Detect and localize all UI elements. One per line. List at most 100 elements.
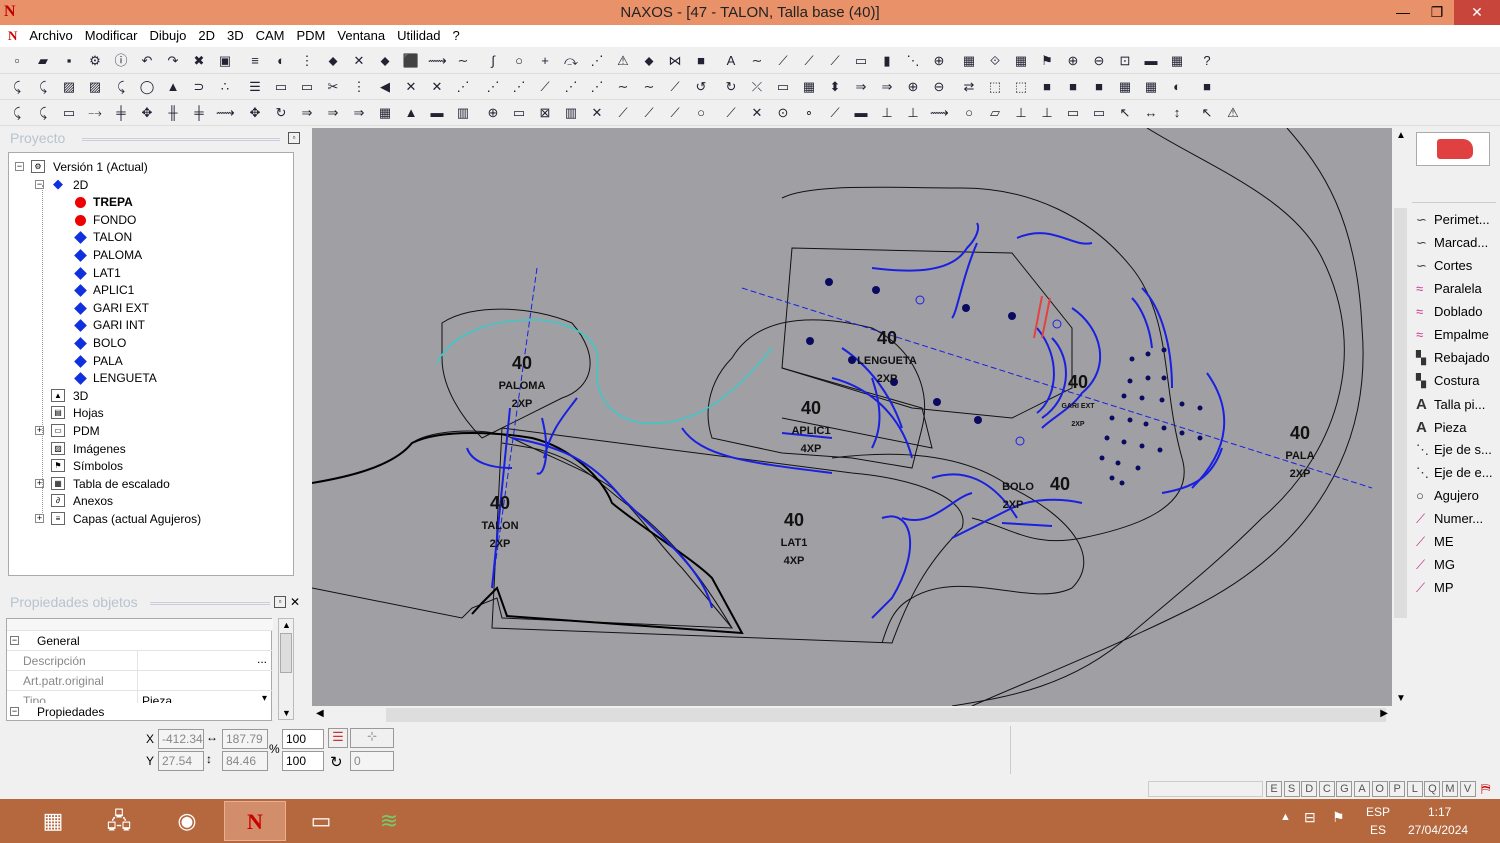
status-key-l[interactable]: L bbox=[1406, 781, 1423, 797]
tray-chevron-icon[interactable]: ▲ bbox=[1280, 811, 1291, 823]
toolbar-tool-icon[interactable]: ○ bbox=[692, 104, 710, 122]
toolbar-tool-icon[interactable]: ⟋ bbox=[666, 104, 684, 122]
toolbar-tool-icon[interactable]: ⊕ bbox=[484, 104, 502, 122]
piece-multiplier-label[interactable]: 4XP bbox=[784, 555, 805, 567]
tree-item[interactable]: APLIC1 bbox=[9, 282, 289, 299]
scroll-down-icon[interactable]: ▼ bbox=[282, 708, 291, 718]
toolbar-tool-icon[interactable]: ▦ bbox=[800, 78, 818, 96]
toolbar-tool-icon[interactable]: ▣ bbox=[216, 52, 234, 70]
toolbar-tool-icon[interactable]: ⚠ bbox=[614, 52, 632, 70]
expand-icon[interactable]: + bbox=[35, 514, 44, 523]
panel-restore-icon[interactable]: ▫ bbox=[288, 132, 300, 144]
toolbar-tool-icon[interactable]: ↖ bbox=[1116, 104, 1134, 122]
toolbar-tool-icon[interactable]: ⬚ bbox=[986, 78, 1004, 96]
toolbar-tool-icon[interactable]: ⊥ bbox=[1012, 104, 1030, 122]
piece-size-label[interactable]: 40 bbox=[877, 328, 897, 348]
toolbar-tool-icon[interactable]: ▭ bbox=[510, 104, 528, 122]
toolbar-tool-icon[interactable]: ▭ bbox=[60, 104, 78, 122]
minimize-button[interactable]: — bbox=[1386, 0, 1420, 25]
toolbar-tool-icon[interactable]: ▬ bbox=[852, 104, 870, 122]
toolbar-tool-icon[interactable]: ◐ bbox=[272, 52, 290, 70]
menu-pdm[interactable]: PDM bbox=[291, 25, 332, 46]
status-key-s[interactable]: S bbox=[1283, 781, 1300, 797]
scale-y-field[interactable]: 100 bbox=[282, 751, 324, 771]
piece-name-label[interactable]: LENGUETA bbox=[857, 355, 917, 367]
toolbar-tool-icon[interactable]: ⟋ bbox=[614, 104, 632, 122]
toolbar-tool-icon[interactable]: ■ bbox=[1064, 78, 1082, 96]
tree-item[interactable]: ▲ 3D bbox=[9, 388, 289, 405]
toolbar-tool-icon[interactable]: ■ bbox=[1198, 78, 1216, 96]
tree-item[interactable]: − ◆ 2D bbox=[9, 177, 289, 194]
toolbar-tool-icon[interactable]: ▦ bbox=[1142, 78, 1160, 96]
tool-8[interactable]: A Talla pi... bbox=[1416, 396, 1485, 413]
scroll-thumb[interactable] bbox=[1394, 208, 1407, 618]
toolbar-tool-icon[interactable]: ▭ bbox=[298, 78, 316, 96]
tool-16[interactable]: ⟋ MP bbox=[1416, 580, 1454, 596]
toolbar-tool-icon[interactable]: ⊖ bbox=[1090, 52, 1108, 70]
menu-ventana[interactable]: Ventana bbox=[331, 25, 391, 46]
toolbar-tool-icon[interactable]: ⋰ bbox=[588, 78, 606, 96]
toolbar-tool-icon[interactable]: ⇒ bbox=[878, 78, 896, 96]
network-taskbar-icon[interactable]: 🖧 bbox=[88, 801, 150, 841]
toolbar-tool-icon[interactable]: ⓘ bbox=[112, 52, 130, 70]
toolbar-tool-icon[interactable]: ⟿ bbox=[930, 104, 949, 122]
collapse-icon[interactable]: − bbox=[10, 636, 19, 645]
toolbar-tool-icon[interactable]: ⟋ bbox=[800, 52, 818, 70]
toolbar-tool-icon[interactable]: ⋱ bbox=[904, 52, 922, 70]
status-key-o[interactable]: O bbox=[1371, 781, 1388, 797]
toolbar-tool-icon[interactable]: ⟋ bbox=[722, 104, 740, 122]
toolbar-tool-icon[interactable]: ▦ bbox=[1168, 52, 1186, 70]
toolbar-tool-icon[interactable]: ⊥ bbox=[904, 104, 922, 122]
tree-item[interactable]: + ≡ Capas (actual Agujeros) bbox=[9, 511, 289, 528]
piece-multiplier-label[interactable]: 2XP bbox=[877, 373, 898, 385]
toolbar-tool-icon[interactable]: ⟋ bbox=[640, 104, 658, 122]
toolbar-tool-icon[interactable]: ▪ bbox=[60, 52, 78, 70]
height-field[interactable]: 84.46 bbox=[222, 751, 268, 771]
status-key-d[interactable]: D bbox=[1301, 781, 1318, 797]
piece-size-label[interactable]: 40 bbox=[801, 398, 821, 418]
toolbar-tool-icon[interactable]: ⚠ bbox=[1224, 104, 1242, 122]
toolbar-tool-icon[interactable]: ⬥ bbox=[376, 52, 394, 70]
tool-9[interactable]: A Pieza bbox=[1416, 419, 1467, 436]
toolbar-tool-icon[interactable]: ▦ bbox=[1012, 52, 1030, 70]
toolbar-tool-icon[interactable]: ⇒ bbox=[298, 104, 316, 122]
piece-name-label[interactable]: PALA bbox=[1285, 450, 1314, 462]
tree-item[interactable]: − ⚙ Versión 1 (Actual) bbox=[9, 159, 289, 176]
toolbar-tool-icon[interactable]: ■ bbox=[1090, 78, 1108, 96]
toolbar-tool-icon[interactable]: ⤹ bbox=[8, 78, 26, 96]
network-tray-icon[interactable]: ⊟ bbox=[1304, 809, 1316, 826]
piece-name-label[interactable]: APLIC1 bbox=[791, 425, 830, 437]
toolbar-tool-icon[interactable]: ◀ bbox=[376, 78, 394, 96]
toolbar-tool-icon[interactable]: ⋮ bbox=[350, 78, 368, 96]
tree-item[interactable]: PALOMA bbox=[9, 247, 289, 264]
chrome-taskbar-icon[interactable]: ◉ bbox=[156, 801, 218, 841]
toolbar-tool-icon[interactable]: ╪ bbox=[112, 104, 130, 122]
toolbar-tool-icon[interactable]: ▲ bbox=[402, 104, 420, 122]
tool-4[interactable]: ≈ Doblado bbox=[1416, 304, 1482, 319]
section-general[interactable]: − General bbox=[7, 631, 273, 651]
toolbar-tool-icon[interactable]: ↺ bbox=[692, 78, 710, 96]
toolbar-tool-icon[interactable]: ↻ bbox=[272, 104, 290, 122]
piece-size-label[interactable]: 40 bbox=[1068, 372, 1088, 392]
y-coordinate-field[interactable]: 27.54 bbox=[158, 751, 204, 771]
toolbar-tool-icon[interactable]: ⇒ bbox=[324, 104, 342, 122]
scroll-thumb[interactable] bbox=[280, 633, 292, 673]
toolbar-tool-icon[interactable]: ⬍ bbox=[826, 78, 844, 96]
toolbar-tool-icon[interactable]: ⇒ bbox=[852, 78, 870, 96]
toolbar-tool-icon[interactable]: ⬥ bbox=[640, 52, 658, 70]
toolbar-tool-icon[interactable]: ▦ bbox=[960, 52, 978, 70]
toolbar-tool-icon[interactable]: ⊖ bbox=[930, 78, 948, 96]
ellipsis-button[interactable]: ... bbox=[257, 652, 267, 666]
toolbar-tool-icon[interactable]: ↶ bbox=[138, 52, 156, 70]
toolbar-tool-icon[interactable]: ⤫ bbox=[748, 78, 766, 96]
toolbar-tool-icon[interactable]: ⊃ bbox=[190, 78, 208, 96]
status-key-m[interactable]: M bbox=[1442, 781, 1458, 797]
toolbar-tool-icon[interactable]: ↷ bbox=[164, 52, 182, 70]
toolbar-tool-icon[interactable]: ▱ bbox=[986, 104, 1004, 122]
clock-date[interactable]: 27/04/2024 bbox=[1408, 823, 1468, 837]
toolbar-tool-icon[interactable]: ▭ bbox=[774, 78, 792, 96]
clock-time[interactable]: 1:17 bbox=[1428, 805, 1451, 819]
toolbar-tool-icon[interactable]: ✥ bbox=[246, 104, 264, 122]
toolbar-tool-icon[interactable]: ⊕ bbox=[1064, 52, 1082, 70]
keyboard-code[interactable]: ES bbox=[1370, 823, 1386, 837]
